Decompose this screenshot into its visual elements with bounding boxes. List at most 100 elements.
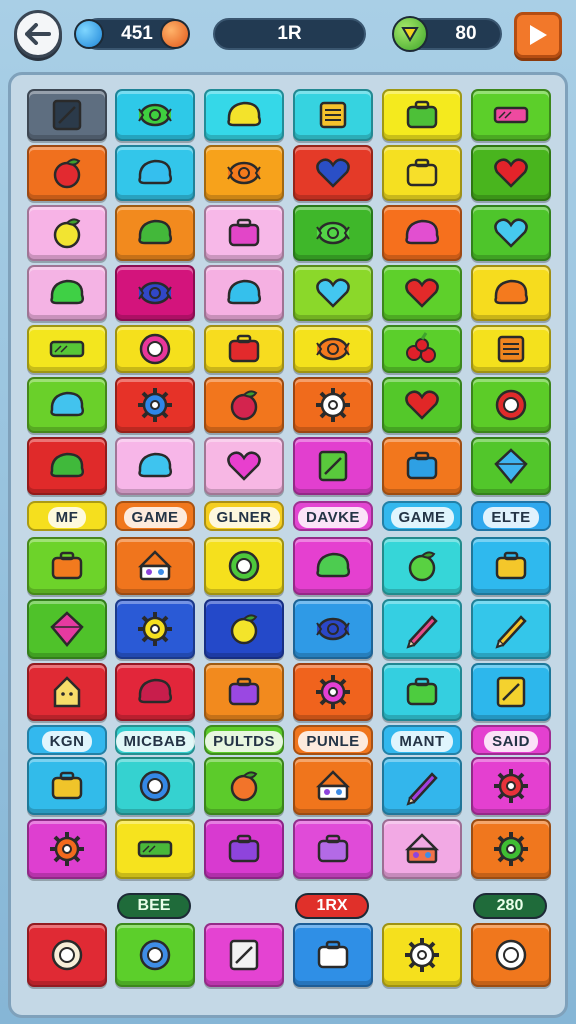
play-icon [530, 25, 547, 45]
tile-r12-c2[interactable] [115, 819, 195, 879]
tile-r1-c3[interactable] [204, 89, 284, 141]
cyan-bun-icon [224, 273, 264, 313]
tile-r2-c6[interactable] [471, 145, 551, 201]
tile-r3-c4[interactable] [293, 205, 373, 261]
bonus-value: 80 [455, 23, 477, 44]
orange-candy-icon [224, 153, 264, 193]
tile-r4-c1[interactable] [27, 265, 107, 321]
tile-r5-c6[interactable] [471, 325, 551, 373]
tile-r9-c1[interactable] [27, 599, 107, 659]
tile-r5-c4[interactable] [293, 325, 373, 373]
tile-r11-c6[interactable] [471, 757, 551, 815]
play-button[interactable] [514, 12, 562, 58]
tile-r1-c4[interactable] [293, 89, 373, 141]
tile-r11-c2[interactable] [115, 757, 195, 815]
category-label-a-6-text: ELTE [483, 506, 539, 528]
level-value: 1R [277, 23, 302, 44]
tile-r3-c3[interactable] [204, 205, 284, 261]
tile-r8-c6[interactable] [471, 537, 551, 595]
tile-r7-c3[interactable] [204, 437, 284, 495]
tile-r7-c5[interactable] [382, 437, 462, 495]
category-label-a-4-text: DAVKE [298, 506, 368, 528]
tile-r1-c6[interactable] [471, 89, 551, 141]
tile-r12-c5[interactable] [382, 819, 462, 879]
back-button[interactable] [14, 10, 62, 58]
dock-item-3[interactable] [204, 923, 284, 987]
tile-r12-c1[interactable] [27, 819, 107, 879]
category-label-a-5: GAME [382, 501, 462, 531]
tile-r10-c4[interactable] [293, 663, 373, 721]
tile-r11-c3[interactable] [204, 757, 284, 815]
orange-candy-icon [313, 329, 353, 369]
tile-r9-c5[interactable] [382, 599, 462, 659]
tile-r5-c3[interactable] [204, 325, 284, 373]
tile-r4-c6[interactable] [471, 265, 551, 321]
tile-r8-c3[interactable] [204, 537, 284, 595]
tile-r4-c4[interactable] [293, 265, 373, 321]
dock-item-2[interactable] [115, 923, 195, 987]
tile-r10-c5[interactable] [382, 663, 462, 721]
dock-item-1[interactable] [27, 923, 107, 987]
tile-r7-c1[interactable] [27, 437, 107, 495]
orange-bun-icon [491, 273, 531, 313]
tile-r11-c4[interactable] [293, 757, 373, 815]
dock-item-4[interactable] [293, 923, 373, 987]
tile-r6-c6[interactable] [471, 377, 551, 433]
category-label-a-5-text: GAME [390, 506, 454, 528]
tile-r6-c3[interactable] [204, 377, 284, 433]
dock-item-5[interactable] [382, 923, 462, 987]
battery-icon [47, 329, 87, 369]
tile-r10-c3[interactable] [204, 663, 284, 721]
tile-r12-c4[interactable] [293, 819, 373, 879]
ball-icon [135, 672, 175, 712]
tile-r3-c6[interactable] [471, 205, 551, 261]
green-candy-icon [313, 213, 353, 253]
category-label-a-3: GLNER [204, 501, 284, 531]
tile-r2-c4[interactable] [293, 145, 373, 201]
tile-r9-c2[interactable] [115, 599, 195, 659]
tile-r10-c2[interactable] [115, 663, 195, 721]
tile-r6-c2[interactable] [115, 377, 195, 433]
tile-r10-c1[interactable] [27, 663, 107, 721]
tile-r5-c5[interactable] [382, 325, 462, 373]
tile-r4-c3[interactable] [204, 265, 284, 321]
tile-r4-c2[interactable] [115, 265, 195, 321]
tile-r6-c1[interactable] [27, 377, 107, 433]
tile-r8-c1[interactable] [27, 537, 107, 595]
green-candy-icon [135, 95, 175, 135]
dock-item-6[interactable] [471, 923, 551, 987]
pink-shell-icon [402, 213, 442, 253]
tile-r6-c4[interactable] [293, 377, 373, 433]
tile-r9-c6[interactable] [471, 599, 551, 659]
tile-r6-c5[interactable] [382, 377, 462, 433]
tile-r2-c2[interactable] [115, 145, 195, 201]
tile-r2-c3[interactable] [204, 145, 284, 201]
tile-r11-c5[interactable] [382, 757, 462, 815]
tile-r4-c5[interactable] [382, 265, 462, 321]
tile-r1-c1[interactable] [27, 89, 107, 141]
ring-icon [491, 385, 531, 425]
tile-r7-c4[interactable] [293, 437, 373, 495]
tile-r12-c3[interactable] [204, 819, 284, 879]
tile-r8-c2[interactable] [115, 537, 195, 595]
category-label-b-1-text: KGN [41, 730, 93, 752]
tile-r3-c5[interactable] [382, 205, 462, 261]
tile-r2-c5[interactable] [382, 145, 462, 201]
tile-r7-c6[interactable] [471, 437, 551, 495]
donut-icon [135, 329, 175, 369]
tile-r9-c4[interactable] [293, 599, 373, 659]
tile-r8-c4[interactable] [293, 537, 373, 595]
tile-r2-c1[interactable] [27, 145, 107, 201]
tile-r3-c1[interactable] [27, 205, 107, 261]
tile-r12-c6[interactable] [471, 819, 551, 879]
tile-r11-c1[interactable] [27, 757, 107, 815]
tile-r9-c3[interactable] [204, 599, 284, 659]
tile-r1-c2[interactable] [115, 89, 195, 141]
tile-r7-c2[interactable] [115, 437, 195, 495]
tile-r5-c1[interactable] [27, 325, 107, 373]
tile-r3-c2[interactable] [115, 205, 195, 261]
tile-r5-c2[interactable] [115, 325, 195, 373]
tile-r10-c6[interactable] [471, 663, 551, 721]
tile-r1-c5[interactable] [382, 89, 462, 141]
tile-r8-c5[interactable] [382, 537, 462, 595]
